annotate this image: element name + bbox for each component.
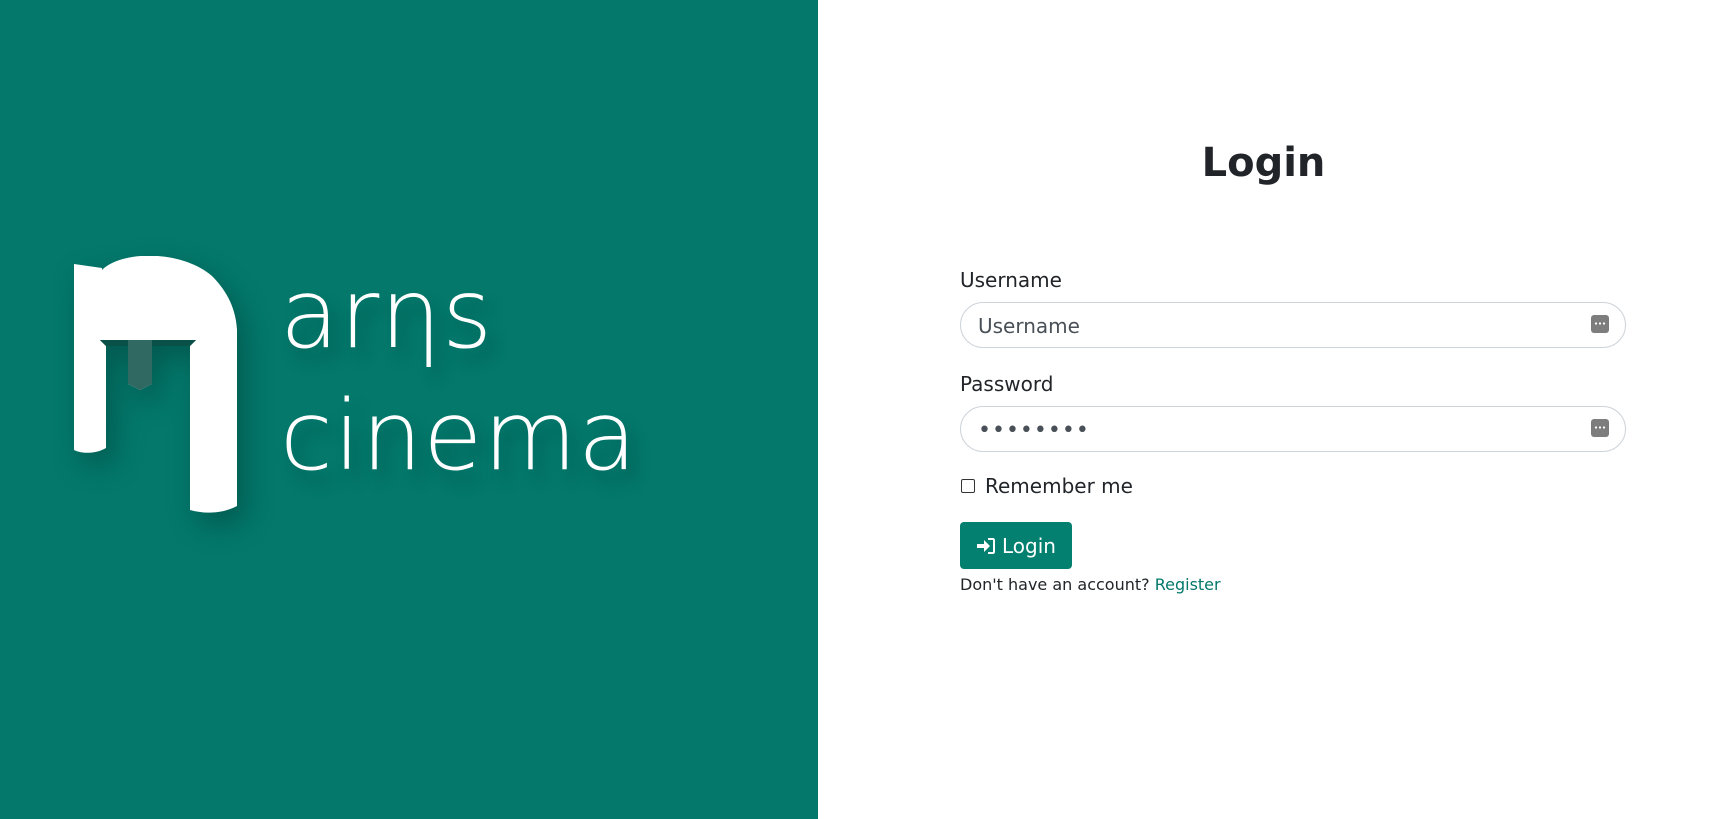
username-input[interactable] bbox=[976, 303, 1570, 349]
login-button-label: Login bbox=[1002, 533, 1056, 558]
logo-text-line2: cinema bbox=[280, 380, 638, 492]
password-field-wrapper bbox=[960, 406, 1626, 453]
password-label: Password bbox=[960, 372, 1054, 396]
login-form-panel: Login Username Password Remember me bbox=[818, 0, 1709, 819]
register-prompt: Don't have an account? Register bbox=[960, 575, 1628, 594]
password-manager-icon[interactable] bbox=[1591, 419, 1609, 437]
login-page: arηs cinema Login Username Password Reme… bbox=[0, 0, 1709, 819]
login-form: Username Password Remember me Login bbox=[960, 268, 1628, 594]
username-label: Username bbox=[960, 268, 1062, 292]
sign-in-icon bbox=[977, 537, 995, 554]
logo-mark-icon bbox=[74, 256, 237, 513]
username-field-wrapper bbox=[960, 302, 1626, 349]
password-input[interactable] bbox=[976, 407, 1570, 453]
remember-me-row: Remember me bbox=[960, 474, 1628, 498]
login-button[interactable]: Login bbox=[960, 522, 1072, 569]
brand-panel: arηs cinema bbox=[0, 0, 818, 819]
page-title: Login bbox=[1201, 140, 1326, 186]
remember-me-checkbox[interactable] bbox=[961, 479, 975, 493]
remember-me-label[interactable]: Remember me bbox=[985, 474, 1133, 498]
password-manager-icon[interactable] bbox=[1591, 315, 1609, 333]
register-link[interactable]: Register bbox=[1155, 575, 1221, 594]
register-prompt-text: Don't have an account? bbox=[960, 575, 1150, 594]
logo-text-line1: arηs bbox=[280, 258, 494, 370]
brand-logo: arηs cinema bbox=[72, 256, 652, 526]
